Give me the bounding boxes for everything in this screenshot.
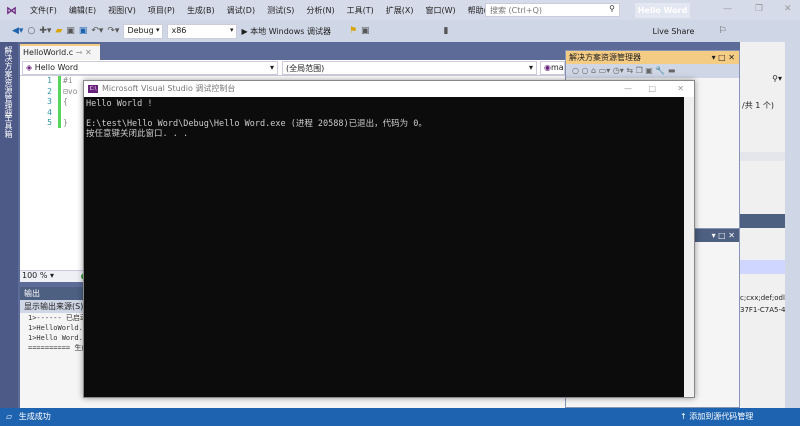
search-icon: ⚲ bbox=[609, 4, 615, 13]
project-value: Hello Word bbox=[34, 63, 79, 72]
menu-analyze[interactable]: 分析(N) bbox=[300, 5, 340, 16]
add-to-source-control-button[interactable]: ↑ 添加到源代码管理 bbox=[680, 408, 753, 426]
console-title: Microsoft Visual Studio 调试控制台 bbox=[102, 84, 236, 93]
console-output: Hello World ! E:\test\Hello Word\Debug\H… bbox=[86, 99, 427, 139]
bookmark-icon[interactable]: ▮ bbox=[444, 26, 449, 36]
run-debugger-button[interactable]: ▶ 本地 Windows 调试器 bbox=[241, 26, 331, 37]
zoom-dropdown[interactable]: 100 % bbox=[22, 271, 47, 280]
feedback-icon[interactable]: ⚐ bbox=[718, 26, 726, 36]
status-bar: ▱ 生成成功 ↑ 添加到源代码管理 bbox=[0, 408, 800, 426]
console-icon: C:\ bbox=[88, 85, 98, 93]
separator bbox=[740, 152, 785, 161]
console-scrollbar[interactable] bbox=[684, 97, 694, 397]
new-project-icon[interactable]: ✚▾ bbox=[39, 26, 51, 36]
panel-title: 解决方案资源管理器 bbox=[569, 53, 641, 62]
left-tool-strip: 解决方案资源管理器 工具箱 bbox=[0, 42, 18, 408]
close-button[interactable]: ✕ bbox=[784, 4, 792, 14]
console-close-button[interactable]: ✕ bbox=[677, 81, 684, 97]
menu-debug[interactable]: 调试(D) bbox=[221, 5, 261, 16]
console-maximize-button[interactable]: □ bbox=[648, 81, 656, 97]
menu-build[interactable]: 生成(B) bbox=[181, 5, 221, 16]
console-minimize-button[interactable]: — bbox=[624, 81, 632, 97]
back-icon[interactable]: ◀▾ bbox=[12, 26, 23, 36]
scrollbar[interactable] bbox=[785, 42, 800, 408]
scope-dropdown[interactable]: (全局范围) ▾ bbox=[282, 61, 537, 75]
platform-value: x86 bbox=[171, 25, 187, 35]
platform-dropdown[interactable]: x86 ▾ bbox=[167, 23, 238, 39]
search-placeholder: 搜索 (Ctrl+Q) bbox=[490, 6, 543, 15]
member-value: ma bbox=[550, 63, 564, 72]
menu-window[interactable]: 窗口(W) bbox=[420, 5, 462, 16]
save-all-icon[interactable]: ▣ bbox=[79, 26, 88, 36]
solution-explorer-toolbar: ○ ○ ⌂ ▭▾ ◷▾ ⇆ ❐ ▣ 🔧 ▬ bbox=[566, 64, 739, 78]
line-number: 5 bbox=[47, 118, 52, 127]
pin-icon[interactable]: ⚑ bbox=[349, 26, 357, 36]
member-dropdown[interactable]: ◉ma bbox=[540, 61, 565, 75]
line-number: 1 bbox=[47, 76, 52, 85]
code-line: { bbox=[63, 97, 68, 106]
minimize-button[interactable]: — bbox=[723, 4, 732, 14]
menu-edit[interactable]: 编辑(E) bbox=[63, 5, 102, 16]
solution-count: /共 1 个) bbox=[742, 101, 774, 110]
code-line: ⊟vo bbox=[63, 86, 78, 96]
code-line: } bbox=[63, 118, 68, 127]
menu-tools[interactable]: 工具(T) bbox=[341, 5, 380, 16]
panel-tab bbox=[740, 214, 785, 228]
line-number: 4 bbox=[47, 107, 52, 117]
console-titlebar: C:\ Microsoft Visual Studio 调试控制台 — □ ✕ bbox=[84, 81, 694, 97]
menu-test[interactable]: 测试(S) bbox=[261, 5, 300, 16]
toolbar: ◀▾ ○ ✚▾ ▰ ▣ ▣ ↶▾ ↷▾ Debug ▾ x86 ▾ ▶ 本地 Win… bbox=[0, 20, 800, 42]
redo-icon[interactable]: ↷▾ bbox=[107, 26, 119, 36]
home-icon[interactable]: ○ ○ ⌂ ▭▾ ◷▾ ⇆ ❐ ▣ 🔧 ▬ bbox=[572, 66, 675, 75]
screenshot-icon[interactable]: ▣ bbox=[361, 26, 370, 36]
property-row bbox=[740, 260, 785, 274]
close-icon[interactable]: ✕ bbox=[85, 48, 92, 57]
forward-icon[interactable]: ○ bbox=[27, 26, 35, 36]
build-icon: ▱ bbox=[6, 412, 13, 421]
vs-logo-icon: ⋈ bbox=[6, 3, 17, 17]
code-line: #i bbox=[63, 76, 73, 85]
window-title: Hello Word bbox=[635, 3, 690, 18]
solution-explorer-header: 解决方案资源管理器 ▾ □ ✕ bbox=[566, 51, 739, 64]
change-marker bbox=[58, 76, 61, 128]
property-value: 37F1-C7A5-4376-A066-2 bbox=[740, 306, 785, 314]
menu-view[interactable]: 视图(V) bbox=[102, 5, 142, 16]
save-icon[interactable]: ▣ bbox=[66, 26, 75, 36]
pin-icon[interactable]: ⊸ bbox=[76, 48, 83, 57]
tab-toolbox[interactable]: 工具箱 bbox=[3, 114, 14, 138]
undo-icon[interactable]: ↶▾ bbox=[91, 26, 103, 36]
member-icon: ◉ bbox=[544, 63, 551, 72]
line-number: 2 bbox=[47, 86, 52, 96]
tab-solution-explorer[interactable]: 解决方案资源管理器 bbox=[3, 46, 14, 118]
panel-controls[interactable]: ▾ □ ✕ bbox=[712, 51, 735, 64]
chevron-down-icon: ▾ bbox=[229, 25, 234, 34]
live-share-button[interactable]: Live Share bbox=[653, 27, 695, 36]
menu-extensions[interactable]: 扩展(X) bbox=[380, 5, 420, 16]
line-number: 3 bbox=[47, 97, 52, 106]
config-dropdown[interactable]: Debug ▾ bbox=[123, 23, 164, 39]
right-panel-content: /共 1 个) ⚲▾ c;cxx;def;odl;idl;hpj;bat;a 3… bbox=[740, 42, 785, 408]
build-status: 生成成功 bbox=[18, 412, 51, 421]
maximize-button[interactable]: ❐ bbox=[755, 4, 763, 14]
chevron-down-icon: ▾ bbox=[155, 25, 160, 34]
config-value: Debug bbox=[127, 25, 154, 35]
project-icon: ◈ bbox=[26, 63, 33, 72]
project-dropdown[interactable]: ◈ Hello Word ▾ bbox=[22, 61, 278, 75]
editor-tab[interactable]: HelloWorld.c ⊸ ✕ bbox=[20, 44, 100, 60]
menu-project[interactable]: 项目(P) bbox=[142, 5, 181, 16]
menu-file[interactable]: 文件(F) bbox=[24, 5, 63, 16]
scope-value: (全局范围) bbox=[286, 64, 325, 73]
property-value: c;cxx;def;odl;idl;hpj;bat;a bbox=[740, 294, 785, 302]
open-icon[interactable]: ▰ bbox=[55, 26, 62, 36]
navigation-bar: ◈ Hello Word ▾ (全局范围) ▾ ◉ma bbox=[20, 60, 565, 76]
tab-label: HelloWorld.c bbox=[23, 48, 74, 57]
debug-console-window[interactable]: C:\ Microsoft Visual Studio 调试控制台 — □ ✕ … bbox=[83, 80, 695, 398]
search-input[interactable]: 搜索 (Ctrl+Q) ⚲ bbox=[485, 3, 620, 17]
line-numbers: 12345 bbox=[20, 76, 56, 270]
code-text: #i ⊟vo { } bbox=[63, 76, 77, 129]
search-icon[interactable]: ⚲▾ bbox=[740, 74, 785, 83]
